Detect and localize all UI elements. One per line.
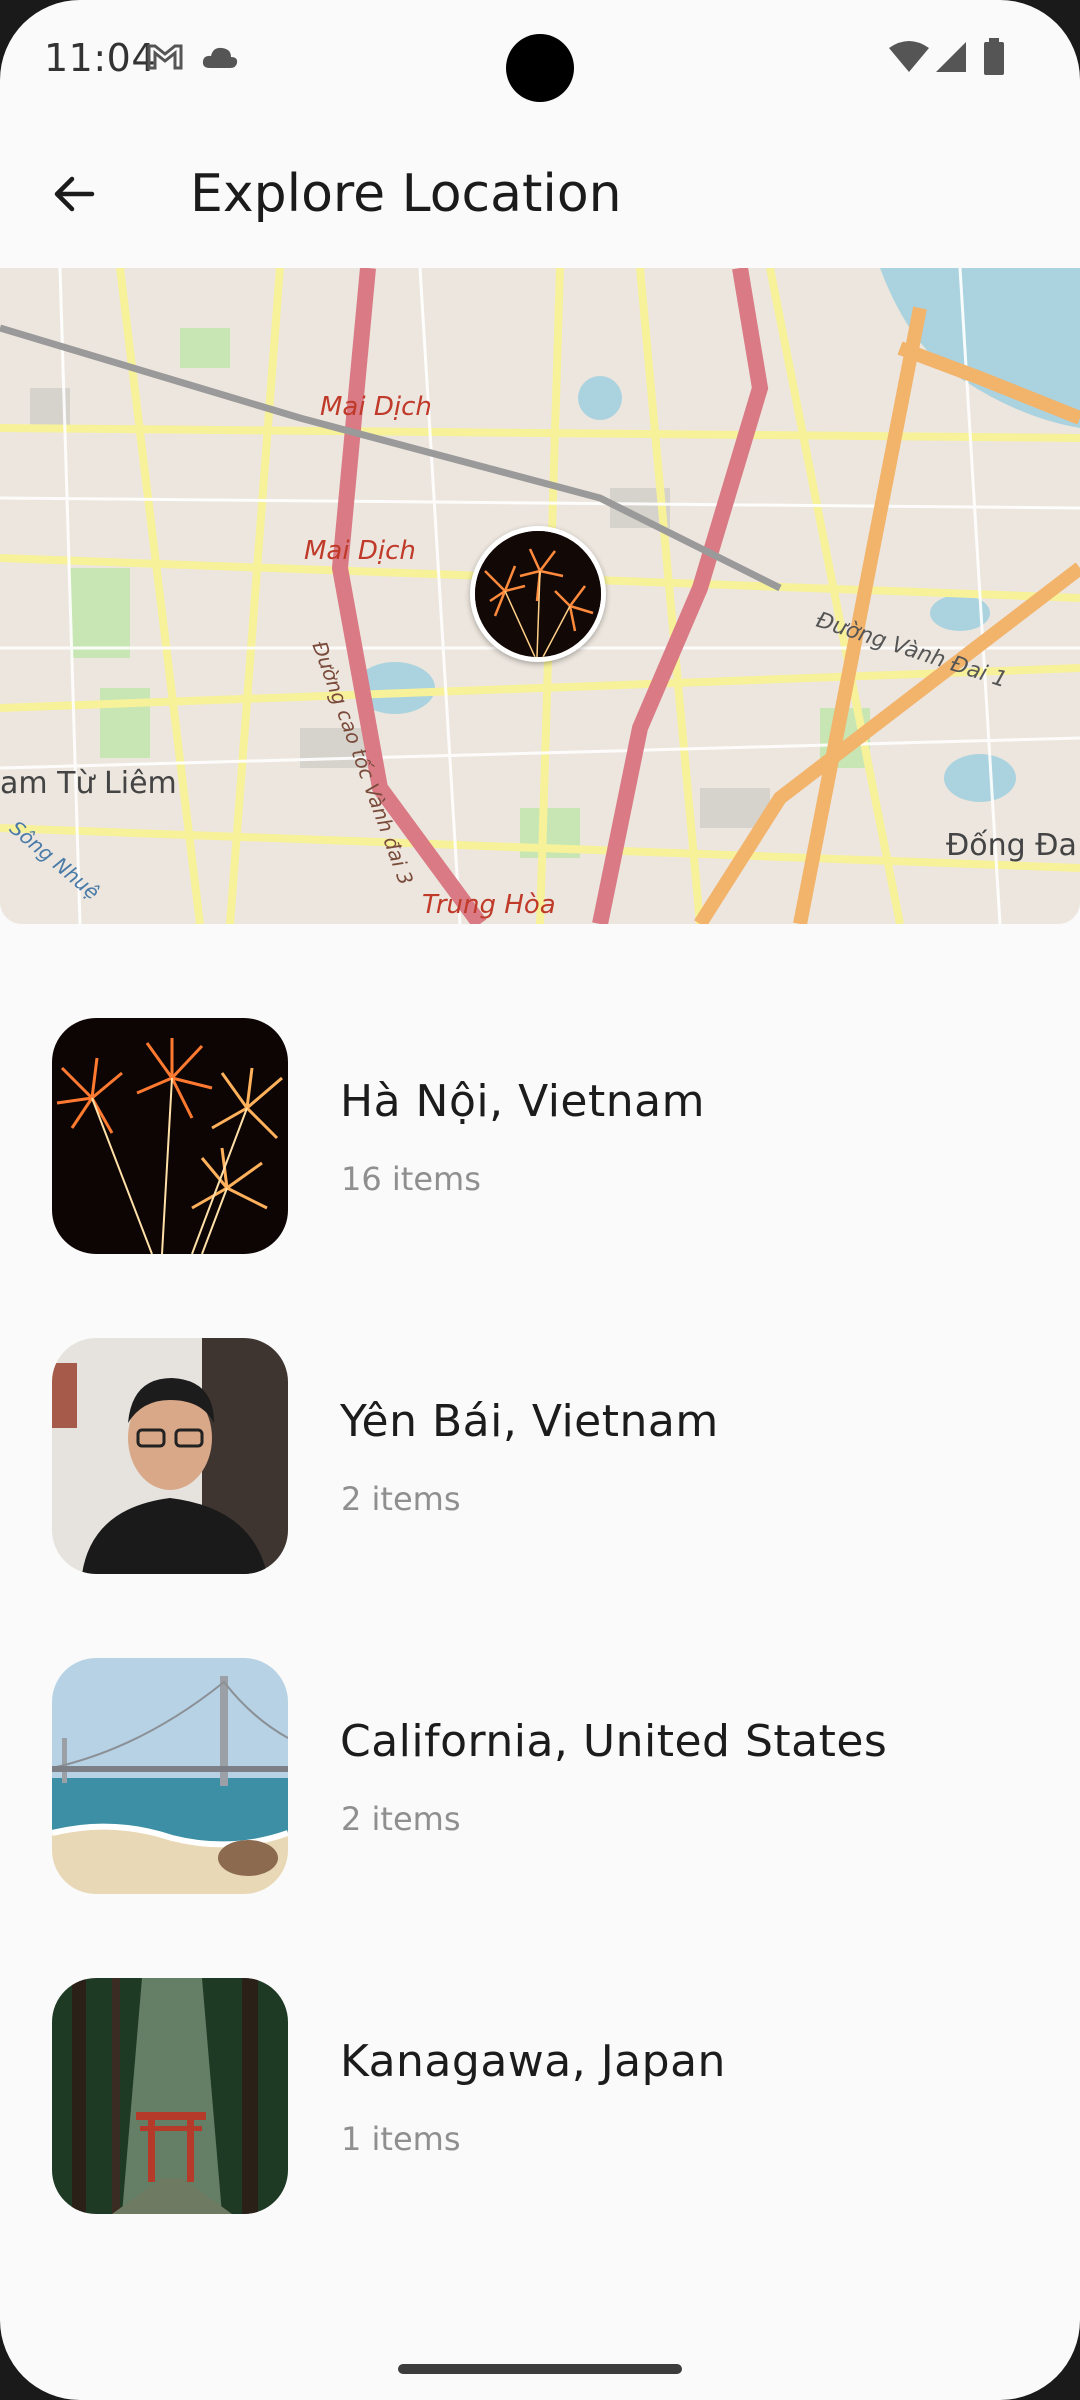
battery-icon — [982, 38, 1006, 80]
map-view[interactable]: Mai Dịch Mai Dịch Đường cao tốc Vành đai… — [0, 268, 1080, 924]
gmail-icon — [146, 40, 184, 76]
bridge-beach-image — [52, 1658, 288, 1894]
camera-cutout — [506, 34, 574, 102]
page-title: Explore Location — [190, 164, 622, 224]
location-item-count: 2 items — [341, 1800, 461, 1838]
cloud-icon — [200, 44, 240, 74]
map-label: Mai Dịch — [304, 536, 416, 566]
location-thumbnail — [52, 1978, 288, 2214]
location-name: Hà Nội, Vietnam — [340, 1076, 705, 1127]
list-item[interactable]: Hà Nội, Vietnam 16 items — [0, 1000, 1080, 1260]
location-name: Yên Bái, Vietnam — [340, 1396, 719, 1447]
location-thumbnail — [52, 1338, 288, 1574]
location-name: Kanagawa, Japan — [340, 2036, 726, 2087]
list-item[interactable]: Kanagawa, Japan 1 items — [0, 1960, 1080, 2220]
location-item-count: 1 items — [341, 2120, 461, 2158]
screen: 11:04 Explore Location Mai Dịch Mai Dịch… — [0, 0, 1080, 2400]
map-label: Đống Đa — [946, 828, 1077, 863]
fireworks-thumbnail — [475, 531, 601, 657]
cell-signal-icon — [934, 40, 968, 78]
list-item[interactable]: Yên Bái, Vietnam 2 items — [0, 1320, 1080, 1580]
map-label: Mai Dịch — [320, 392, 432, 422]
wifi-icon — [888, 40, 930, 78]
status-bar: 11:04 — [0, 0, 1080, 120]
map-label: am Từ Liêm — [0, 766, 177, 801]
location-thumbnail — [52, 1018, 288, 1254]
map-location-marker[interactable] — [470, 526, 606, 662]
status-time: 11:04 — [44, 36, 157, 80]
location-item-count: 16 items — [341, 1160, 481, 1198]
app-bar: Explore Location — [0, 140, 1080, 250]
location-item-count: 2 items — [341, 1480, 461, 1518]
gesture-nav-handle[interactable] — [398, 2364, 682, 2374]
arrow-back-icon — [54, 176, 95, 212]
list-item[interactable]: California, United States 2 items — [0, 1640, 1080, 1900]
map-label: Trung Hòa — [422, 890, 556, 920]
location-name: California, United States — [340, 1716, 888, 1767]
portrait-image — [52, 1338, 288, 1574]
fireworks-image — [52, 1018, 288, 1254]
back-button[interactable] — [34, 154, 114, 234]
forest-torii-image — [52, 1978, 288, 2214]
location-thumbnail — [52, 1658, 288, 1894]
